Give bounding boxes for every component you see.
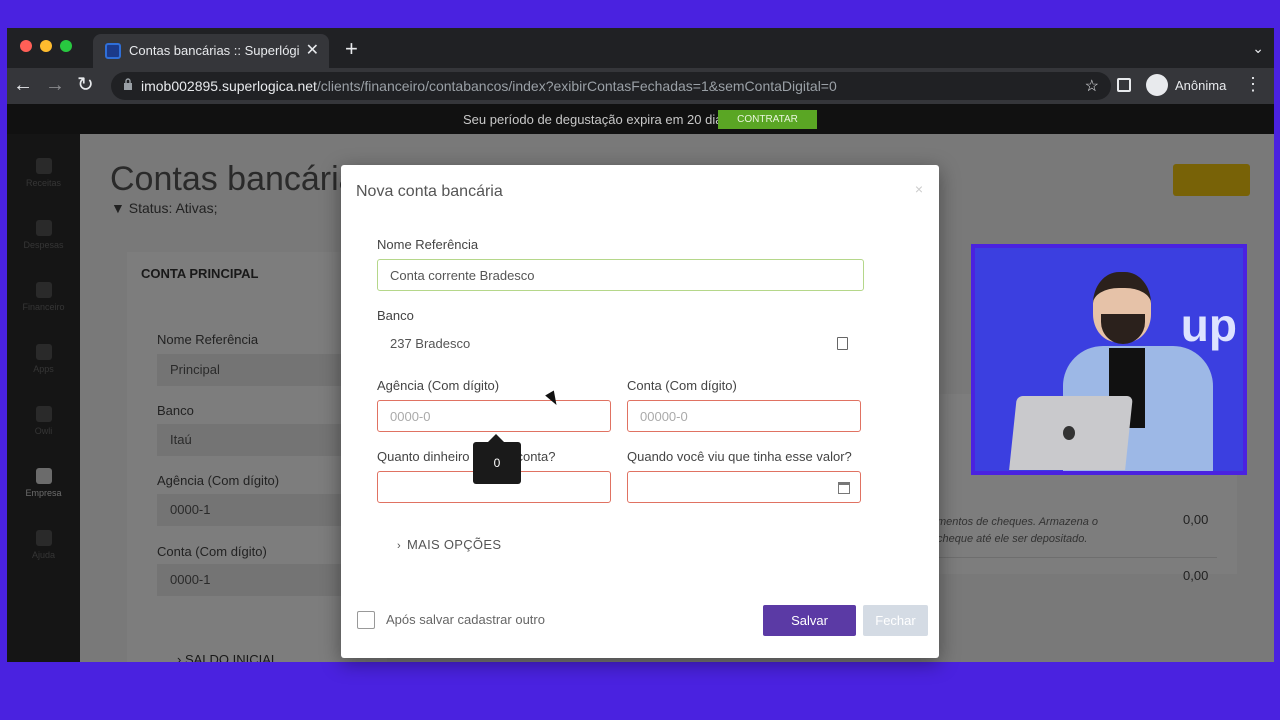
modal-title: Nova conta bancária bbox=[356, 183, 503, 200]
url-host: imob002895.superlogica.net bbox=[141, 78, 317, 94]
nome-referencia-input[interactable]: Conta corrente Bradesco bbox=[377, 259, 864, 291]
webcam-overlay: up bbox=[971, 244, 1247, 475]
trial-banner: Seu período de degustação expira em 20 d… bbox=[7, 104, 1274, 134]
back-arrow-icon[interactable]: ← bbox=[13, 74, 33, 96]
tab-bar: Contas bancárias :: Superlógica ✕ + ⌄ bbox=[7, 28, 1274, 68]
browser-toolbar: ← → ↻ imob002895.superlogica.net/clients… bbox=[7, 68, 1274, 104]
profile-label[interactable]: Anônima bbox=[1175, 78, 1226, 93]
banco-select[interactable]: 237 Bradesco bbox=[377, 328, 864, 360]
tab-search-chevron-icon[interactable]: ⌄ bbox=[1252, 40, 1264, 57]
save-button[interactable]: Salvar bbox=[763, 605, 856, 636]
contratar-button[interactable]: CONTRATAR bbox=[718, 110, 817, 129]
cadastrar-outro-checkbox[interactable] bbox=[357, 611, 375, 629]
reload-icon[interactable]: ↻ bbox=[77, 74, 94, 96]
url-text: imob002895.superlogica.net/clients/finan… bbox=[141, 78, 837, 94]
minimize-window-button[interactable] bbox=[40, 40, 52, 52]
apple-logo-icon bbox=[1063, 426, 1075, 440]
banco-value: 237 Bradesco bbox=[390, 336, 471, 351]
new-tab-icon[interactable]: + bbox=[345, 36, 358, 62]
modal-close-icon[interactable]: × bbox=[915, 181, 923, 197]
nome-referencia-label: Nome Referência bbox=[377, 237, 479, 252]
tab-close-icon[interactable]: ✕ bbox=[306, 40, 319, 60]
incognito-icon[interactable] bbox=[1146, 74, 1168, 96]
favicon-icon bbox=[105, 43, 121, 59]
close-window-button[interactable] bbox=[20, 40, 32, 52]
agencia-label: Agência (Com dígito) bbox=[377, 378, 500, 393]
data-saldo-label: Quando você viu que tinha esse valor? bbox=[627, 449, 852, 464]
conta-placeholder: 00000-0 bbox=[640, 409, 688, 424]
agencia-input[interactable]: 0000-0 bbox=[377, 400, 611, 432]
maximize-window-button[interactable] bbox=[60, 40, 72, 52]
agencia-placeholder: 0000-0 bbox=[390, 409, 431, 424]
forward-arrow-icon[interactable]: → bbox=[45, 74, 65, 96]
cam-logo: up bbox=[1180, 299, 1237, 351]
browser-menu-icon[interactable]: ⋮ bbox=[1244, 74, 1262, 95]
saldo-label: Quanto dinheiro tem na conta? bbox=[377, 449, 556, 464]
tooltip-arrow bbox=[488, 434, 504, 442]
address-bar[interactable]: imob002895.superlogica.net/clients/finan… bbox=[111, 72, 1111, 100]
mais-opcoes-toggle[interactable]: › MAIS OPÇÕES bbox=[397, 537, 501, 552]
banco-label: Banco bbox=[377, 308, 414, 323]
close-button[interactable]: Fechar bbox=[863, 605, 928, 636]
cadastrar-outro-label[interactable]: Após salvar cadastrar outro bbox=[386, 612, 545, 627]
extension-icon[interactable] bbox=[1117, 78, 1131, 92]
conta-input[interactable]: 00000-0 bbox=[627, 400, 861, 432]
url-path: /clients/financeiro/contabancos/index?ex… bbox=[316, 78, 837, 94]
webcam-video: up bbox=[975, 248, 1243, 471]
calendar-icon[interactable] bbox=[838, 482, 850, 494]
lock-icon bbox=[124, 78, 132, 90]
conta-label: Conta (Com dígito) bbox=[627, 378, 737, 393]
add-bank-icon[interactable] bbox=[837, 337, 848, 350]
data-saldo-input[interactable] bbox=[627, 471, 861, 503]
chevron-right-icon: › bbox=[397, 540, 401, 552]
value-tooltip: 0 bbox=[473, 442, 521, 484]
new-account-modal: Nova conta bancária × Nome Referência Co… bbox=[341, 165, 939, 658]
tab-title: Contas bancárias :: Superlógica bbox=[129, 43, 299, 58]
mais-opcoes-label: MAIS OPÇÕES bbox=[406, 537, 502, 552]
bookmark-star-icon[interactable]: ☆ bbox=[1085, 76, 1099, 96]
browser-tab[interactable]: Contas bancárias :: Superlógica ✕ bbox=[93, 34, 329, 68]
trial-text: Seu período de degustação expira em 20 d… bbox=[463, 112, 729, 127]
